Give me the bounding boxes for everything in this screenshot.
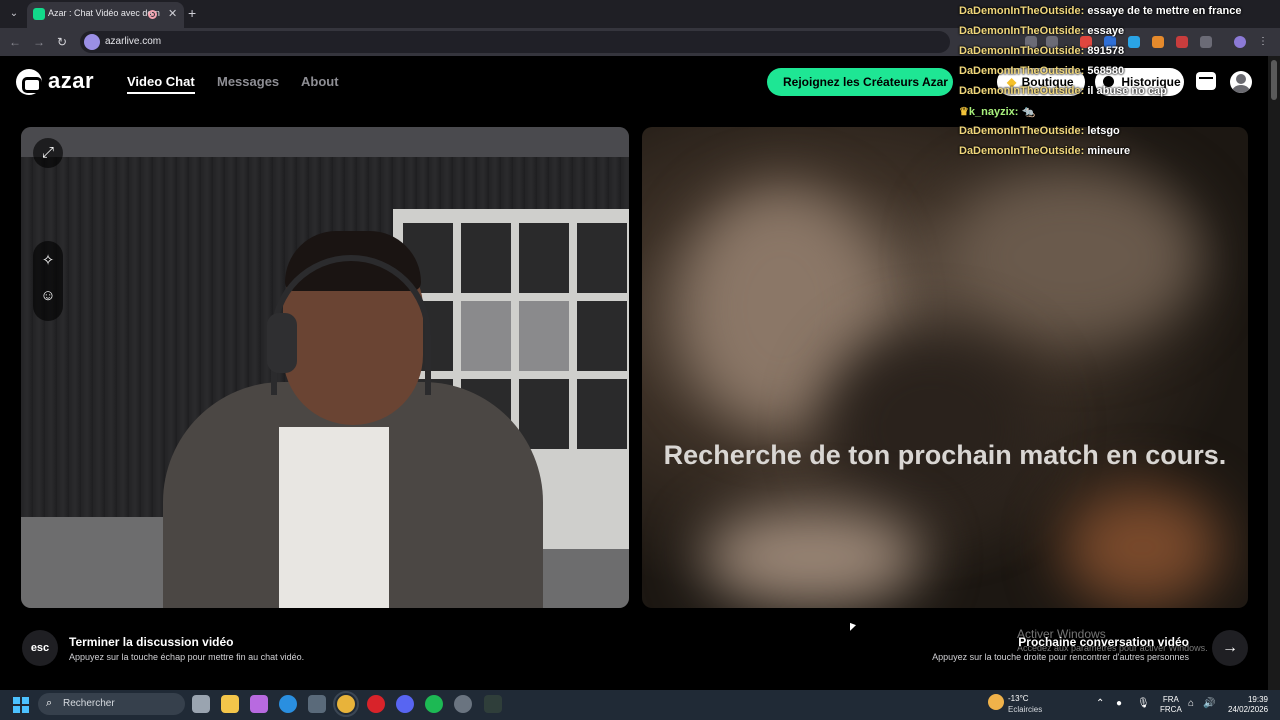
taskbar-clock[interactable]: 19:39 24/02/2026 xyxy=(1228,695,1268,715)
back-button[interactable]: ← xyxy=(9,35,21,49)
taskbar-search-input[interactable]: ⌕ Rechercher xyxy=(38,693,185,715)
tray-overflow-icon[interactable]: ⌃ xyxy=(1096,698,1104,709)
end-chat-title: Terminer la discussion vidéo xyxy=(69,635,234,649)
url-text: azarlive.com xyxy=(105,36,162,47)
input-language[interactable]: FRA FRCA xyxy=(1160,695,1182,715)
extension-badge-icon[interactable] xyxy=(1176,36,1188,48)
weather-icon[interactable] xyxy=(988,694,1004,710)
mouse-cursor-icon xyxy=(850,622,856,634)
opera-icon[interactable] xyxy=(367,695,385,713)
magic-wand-icon[interactable]: ✧ xyxy=(33,246,63,276)
azar-logo-icon[interactable] xyxy=(16,69,42,95)
camera-tools: ✧ ☺ xyxy=(33,241,63,321)
nav-about[interactable]: About xyxy=(301,74,339,89)
chat-message: DaDemonInTheOutside: 568580 xyxy=(959,65,1125,77)
room-ceiling xyxy=(21,127,629,157)
spotify-icon[interactable] xyxy=(425,695,443,713)
clock-date: 24/02/2026 xyxy=(1228,705,1269,714)
clock-time: 19:39 xyxy=(1247,695,1268,704)
profile-avatar-icon[interactable] xyxy=(1230,71,1252,93)
store-icon[interactable] xyxy=(1196,72,1216,90)
next-chat-arrow-button[interactable]: → xyxy=(1212,630,1248,666)
app-gear-icon[interactable] xyxy=(454,695,472,713)
azar-logo-text[interactable]: azar xyxy=(48,68,94,94)
tab-list-button[interactable]: ⌄ xyxy=(6,6,22,22)
chat-message: DaDemonInTheOutside: essaye de te mettre… xyxy=(959,5,1242,17)
discord-icon[interactable] xyxy=(396,695,414,713)
azar-favicon-icon xyxy=(33,8,45,20)
next-chat-hint: Appuyez sur la touche droite pour rencon… xyxy=(932,652,1189,662)
join-creators-button[interactable]: Rejoignez les Créateurs Azar xyxy=(767,68,953,96)
reload-button[interactable]: ↻ xyxy=(57,35,67,49)
tab-title: Azar : Chat Vidéo avec de n xyxy=(48,8,160,18)
file-explorer-icon[interactable] xyxy=(221,695,239,713)
weather-temperature: -13°C xyxy=(1008,694,1029,703)
weather-description: Eclaircies xyxy=(1008,705,1043,714)
edge-icon[interactable] xyxy=(279,695,297,713)
activate-windows-title: Activer Windows xyxy=(1017,627,1106,641)
chat-message: DaDemonInTheOutside: 891578 xyxy=(959,45,1125,57)
nav-messages[interactable]: Messages xyxy=(217,74,279,89)
windows-start-icon[interactable] xyxy=(13,697,29,713)
taskbar-search-placeholder: Rechercher xyxy=(63,698,115,709)
join-creators-label: Rejoignez les Créateurs Azar xyxy=(783,75,948,89)
chat-message: ♛k_nayzix: 🐀 xyxy=(959,106,1036,118)
task-view-icon[interactable] xyxy=(192,695,210,713)
copilot-icon[interactable] xyxy=(250,695,268,713)
searching-match-text: Recherche de ton prochain match en cours… xyxy=(663,440,1227,470)
address-bar[interactable]: azarlive.com xyxy=(80,31,950,53)
end-chat-hint: Appuyez sur la touche échap pour mettre … xyxy=(69,652,305,662)
tab-close-icon[interactable]: ✕ xyxy=(168,7,177,20)
chat-message: DaDemonInTheOutside: letsgo xyxy=(959,125,1120,137)
headphone-ear-cup xyxy=(267,313,297,373)
page-scrollbar[interactable] xyxy=(1268,56,1280,690)
chrome-icon[interactable] xyxy=(333,691,359,717)
chat-message: DaDemonInTheOutside: essaye xyxy=(959,25,1125,37)
microphone-icon[interactable]: 🎙 xyxy=(1137,698,1150,709)
crown-icon: ♛ xyxy=(959,106,969,118)
scrollbar-thumb[interactable] xyxy=(1271,60,1277,100)
browser-menu-icon[interactable]: ⋮ xyxy=(1258,36,1270,48)
search-icon: ⌕ xyxy=(46,697,53,709)
nav-video-chat[interactable]: Video Chat xyxy=(127,74,195,94)
extension-cyan-icon[interactable] xyxy=(1128,36,1140,48)
chat-message: DaDemonInTheOutside: il abuse no cap xyxy=(959,85,1167,97)
site-info-icon[interactable] xyxy=(84,34,100,50)
sticker-face-icon[interactable]: ☺ xyxy=(33,281,63,311)
browser-profile-icon[interactable] xyxy=(1234,36,1246,48)
person-shirt xyxy=(279,427,389,608)
end-chat-esc-button[interactable]: esc xyxy=(22,630,58,666)
network-icon[interactable]: ⌂ xyxy=(1188,698,1194,709)
terminal-icon[interactable] xyxy=(484,695,502,713)
extension-orange-icon[interactable] xyxy=(1152,36,1164,48)
new-tab-button[interactable]: + xyxy=(188,5,196,21)
recording-indicator-icon xyxy=(148,10,157,19)
expand-icon[interactable]: ⤢ xyxy=(33,138,63,168)
chat-message: DaDemonInTheOutside: mineure xyxy=(959,145,1131,157)
extensions-puzzle-icon[interactable] xyxy=(1200,36,1212,48)
browser-tab[interactable]: Azar : Chat Vidéo avec de n ✕ xyxy=(27,2,184,28)
activate-windows-hint: Accédez aux paramètres pour activer Wind… xyxy=(1017,643,1208,653)
store-app-icon[interactable] xyxy=(308,695,326,713)
partner-video-searching: Recherche de ton prochain match en cours… xyxy=(642,127,1248,608)
my-camera-video xyxy=(21,127,629,608)
volume-icon[interactable]: 🔊 xyxy=(1203,698,1215,709)
tray-app-icon[interactable]: ● xyxy=(1116,698,1122,709)
forward-button[interactable]: → xyxy=(33,35,45,49)
